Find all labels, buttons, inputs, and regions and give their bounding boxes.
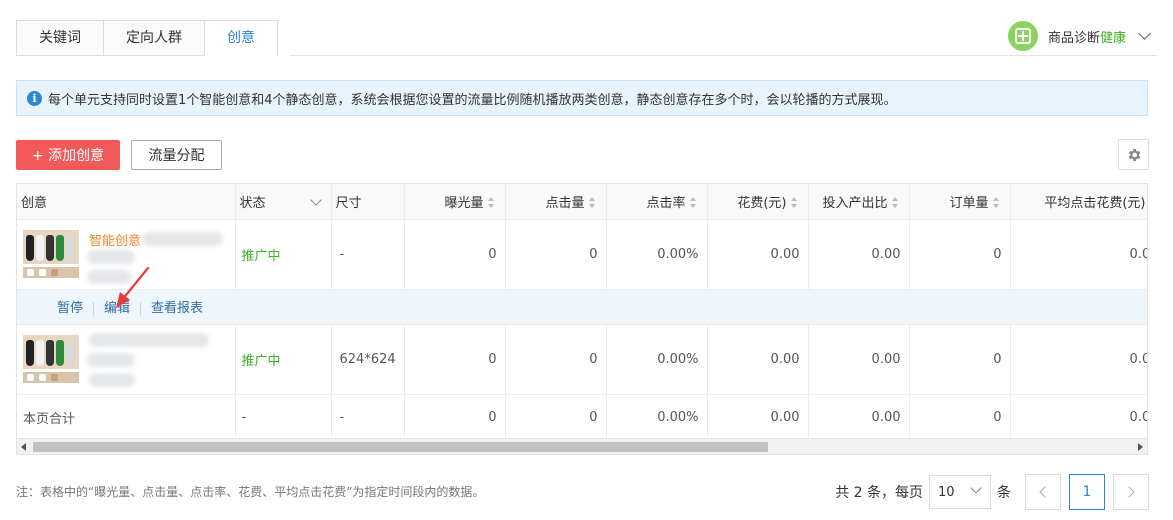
col-cpc[interactable]: 平均点击花费(元)	[1010, 184, 1147, 220]
orders-cell: 0	[909, 324, 1011, 395]
cpc-cell: 0.00	[1010, 219, 1147, 290]
page-total-row: 本页合计 - - 0 0 0.00% 0.00 0.00 0 0.00	[17, 394, 1147, 441]
diagnosis-label: 商品诊断	[1047, 30, 1100, 46]
creative-cell: 智能创意	[17, 219, 236, 290]
scroll-right-icon[interactable]	[1138, 443, 1143, 451]
col-cost[interactable]: 花费(元)	[707, 184, 809, 220]
view-report-link[interactable]: 查看报表	[151, 301, 203, 316]
impressions-cell: 0	[404, 219, 506, 290]
sort-icon[interactable]	[588, 196, 596, 210]
total-count: 共 2 条，每页	[835, 485, 923, 501]
product-thumbnail	[23, 334, 79, 383]
tab-bar: 关键词 定向人群 创意	[16, 20, 278, 56]
cost-cell: 0.00	[707, 394, 809, 441]
edit-link[interactable]: 编辑	[104, 301, 130, 316]
product-thumbnail	[23, 229, 79, 278]
scroll-thumb[interactable]	[33, 442, 768, 452]
ctr-cell: 0.00%	[606, 219, 708, 290]
footer-note: 注：表格中的“曝光量、点击量、点击率、花费、平均点击花费”为指定时间段内的数据。	[16, 485, 485, 499]
horizontal-scrollbar[interactable]	[17, 438, 1147, 454]
row-actions-cell: 暂停 编辑 查看报表	[17, 289, 1147, 325]
col-size: 尺寸	[331, 184, 405, 220]
sort-icon[interactable]	[790, 196, 798, 210]
chevron-down-icon	[970, 482, 982, 494]
cost-cell: 0.00	[707, 219, 809, 290]
chevron-down-icon[interactable]	[309, 194, 322, 206]
col-roi[interactable]: 投入产出比	[808, 184, 910, 220]
cpc-cell: 0.00	[1010, 394, 1147, 441]
ctr-cell: 0.00%	[606, 394, 708, 441]
size-cell: -	[331, 219, 405, 290]
page-button-current[interactable]: 1	[1069, 474, 1105, 510]
cost-cell: 0.00	[707, 324, 809, 395]
clicks-cell: 0	[505, 324, 607, 395]
chevron-down-icon[interactable]	[1138, 27, 1151, 40]
col-status[interactable]: 状态	[235, 184, 332, 220]
diagnosis-status: 健康	[1099, 30, 1126, 46]
creative-name[interactable]: 智能创意	[89, 230, 141, 249]
sort-icon[interactable]	[992, 196, 1000, 210]
col-creative: 创意	[17, 184, 236, 220]
info-notice: i 每个单元支持同时设置1个智能创意和4个静态创意，系统会根据您设置的流量比例随…	[16, 80, 1148, 116]
tab-targeting[interactable]: 定向人群	[103, 20, 204, 56]
add-creative-button[interactable]: + 添加创意	[16, 140, 120, 170]
orders-cell: 0	[909, 219, 1011, 290]
notice-text: 每个单元支持同时设置1个智能创意和4个静态创意，系统会根据您设置的流量比例随机播…	[48, 92, 897, 108]
sort-icon[interactable]	[689, 196, 697, 210]
total-label: 本页合计	[17, 394, 236, 441]
impressions-cell: 0	[404, 324, 506, 395]
roi-cell: 0.00	[808, 219, 910, 290]
table-row: 推广中 624*624 0 0 0.00% 0.00 0.00 0 0.00	[17, 324, 1147, 395]
status-cell: 推广中	[235, 219, 332, 290]
page-size-unit: 条	[997, 485, 1011, 501]
col-impressions[interactable]: 曝光量	[404, 184, 506, 220]
ctr-cell: 0.00%	[606, 324, 708, 395]
sort-icon[interactable]	[891, 196, 899, 210]
settings-button[interactable]	[1118, 139, 1149, 170]
scroll-left-icon[interactable]	[21, 443, 26, 451]
tab-divider	[290, 55, 1157, 56]
status-cell: 推广中	[235, 324, 332, 395]
next-page-button[interactable]	[1113, 474, 1149, 510]
product-diagnosis[interactable]: 商品诊断 健康	[1007, 21, 1151, 51]
size-cell: -	[331, 394, 405, 441]
info-icon: i	[27, 90, 42, 106]
creative-cell	[17, 324, 236, 395]
tab-keywords[interactable]: 关键词	[16, 20, 103, 56]
prev-page-button[interactable]	[1025, 474, 1061, 510]
col-ctr[interactable]: 点击率	[606, 184, 708, 220]
size-cell: 624*624	[331, 324, 405, 395]
pagination: 共 2 条，每页 10 条 1	[835, 474, 1149, 510]
plus-square-icon	[1007, 21, 1038, 51]
traffic-allocation-button[interactable]: 流量分配	[131, 140, 222, 170]
tab-creative[interactable]: 创意	[204, 20, 278, 56]
roi-cell: 0.00	[808, 324, 910, 395]
roi-cell: 0.00	[808, 394, 910, 441]
pause-link[interactable]: 暂停	[57, 301, 83, 316]
orders-cell: 0	[909, 394, 1011, 441]
sort-icon[interactable]	[487, 196, 495, 210]
col-clicks[interactable]: 点击量	[505, 184, 607, 220]
page-size-select[interactable]: 10	[929, 475, 991, 509]
row-actions: 暂停 编辑 查看报表	[17, 289, 1147, 325]
clicks-cell: 0	[505, 219, 607, 290]
gear-icon	[1128, 148, 1140, 161]
impressions-cell: 0	[404, 394, 506, 441]
cpc-cell: 0.00	[1010, 324, 1147, 395]
table-header-row: 创意 状态 尺寸 曝光量 点击量 点击率 花费(元) 投入产出比 订单量 平均点…	[17, 184, 1147, 220]
table-row: 智能创意 推广中 - 0 0 0.00% 0.00 0.00 0 0.00	[17, 219, 1147, 290]
clicks-cell: 0	[505, 394, 607, 441]
chevron-right-icon	[1123, 486, 1135, 498]
chevron-left-icon	[1039, 486, 1051, 498]
creative-table: 创意 状态 尺寸 曝光量 点击量 点击率 花费(元) 投入产出比 订单量 平均点…	[16, 183, 1148, 455]
status-cell: -	[235, 394, 332, 441]
col-orders[interactable]: 订单量	[909, 184, 1011, 220]
